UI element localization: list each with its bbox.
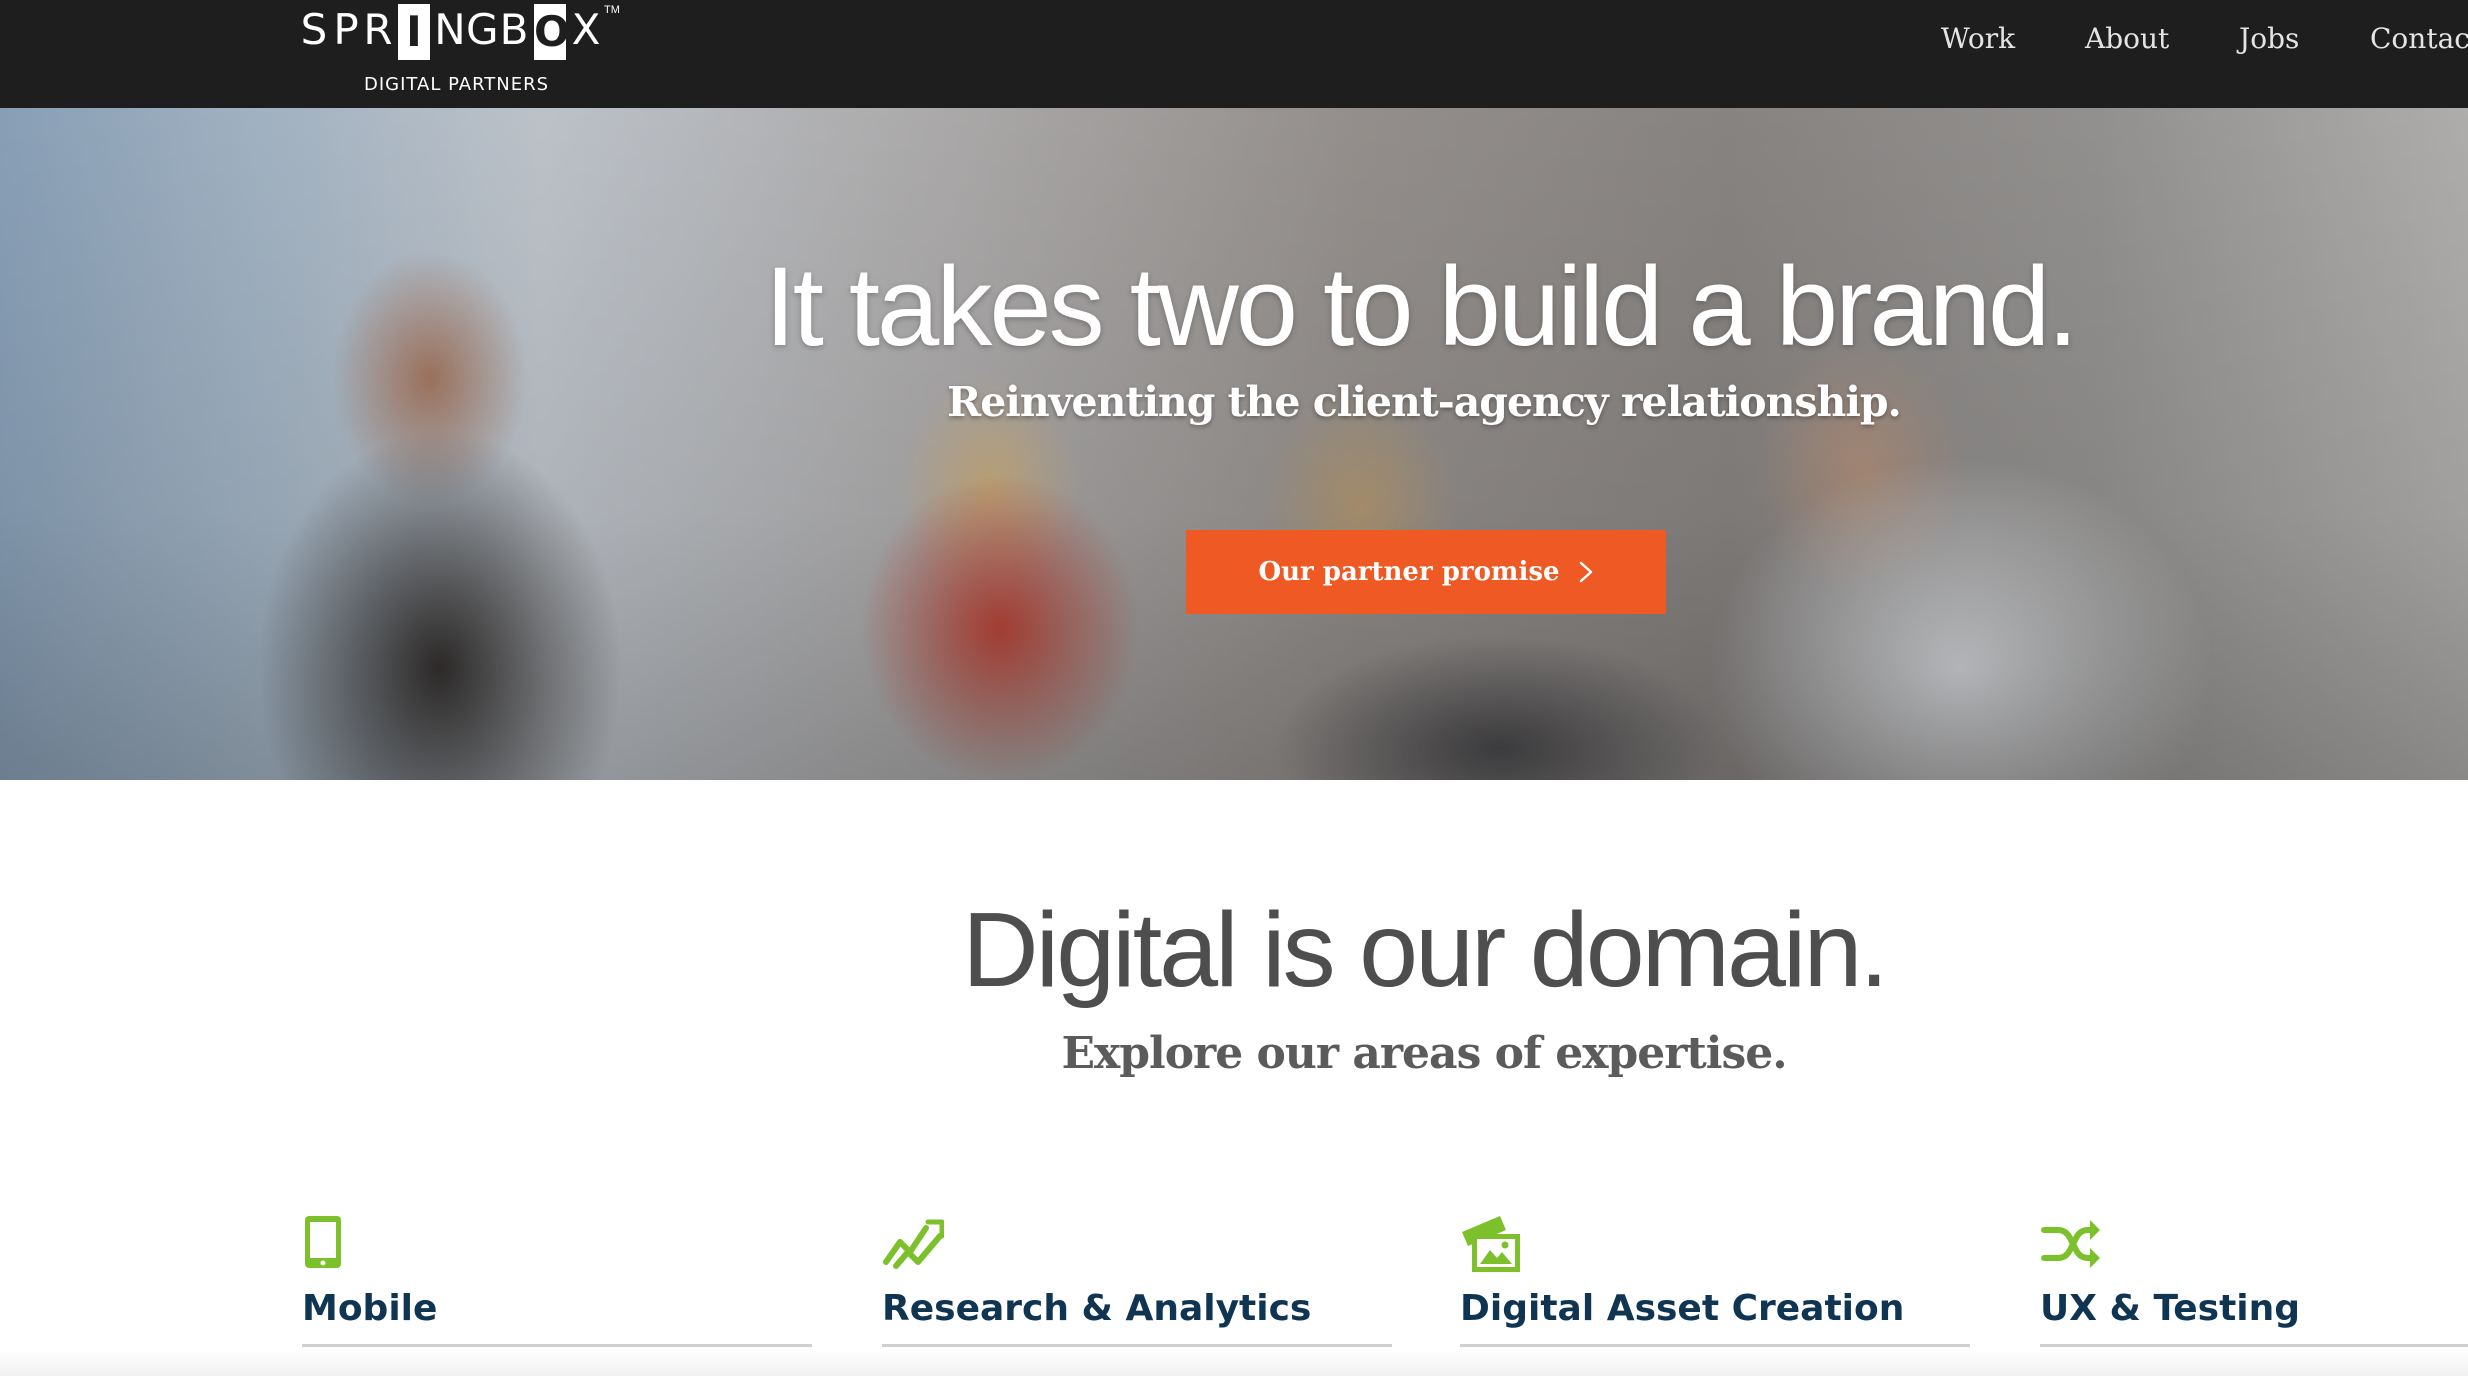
tablet-icon xyxy=(305,1216,341,1268)
nav-link-jobs[interactable]: Jobs xyxy=(2239,22,2299,55)
hero-background-photo xyxy=(0,108,2468,780)
service-label: Mobile xyxy=(302,1288,438,1329)
service-digital-asset-creation[interactable]: Digital Asset Creation xyxy=(1460,1212,1972,1348)
scroll-shadow xyxy=(0,1350,2468,1376)
logo-letter: G xyxy=(466,5,499,54)
site-header: S P R I N G B O X TM DIGITAL PARTNERS Wo… xyxy=(0,0,2468,108)
trend-chart-icon xyxy=(883,1219,944,1269)
service-label: Digital Asset Creation xyxy=(1460,1288,1905,1329)
logo-wordmark: S P R I N G B O X TM xyxy=(298,4,620,62)
logo-trademark: TM xyxy=(604,4,620,16)
expertise-title: Digital is our domain. xyxy=(962,891,1889,1009)
partner-promise-label: Our partner promise xyxy=(1258,557,1560,587)
hero-subtitle: Reinventing the client-agency relationsh… xyxy=(947,378,1902,426)
service-mobile[interactable]: Mobile xyxy=(302,1212,814,1348)
service-divider xyxy=(882,1344,1392,1347)
logo-tagline: DIGITAL PARTNERS xyxy=(364,74,550,95)
service-research-analytics[interactable]: Research & Analytics xyxy=(882,1212,1394,1348)
nav-link-contact[interactable]: Contact xyxy=(2370,22,2468,55)
logo-letter-boxed: I xyxy=(398,4,430,60)
nav-link-about[interactable]: About xyxy=(2085,22,2169,55)
chevron-right-icon xyxy=(1579,561,1592,583)
logo-letter: R xyxy=(363,5,393,54)
logo-letter-boxed: O xyxy=(534,4,570,60)
logo-letter: N xyxy=(434,5,466,54)
expertise-subtitle: Explore our areas of expertise. xyxy=(1061,1028,1787,1079)
logo-letter: P xyxy=(333,5,359,54)
hero-title: It takes two to build a brand. xyxy=(764,244,2079,369)
service-label: Research & Analytics xyxy=(882,1288,1312,1329)
service-ux-testing[interactable]: UX & Testing xyxy=(2040,1212,2468,1348)
service-divider xyxy=(2040,1344,2468,1347)
logo-letter: B xyxy=(499,5,529,54)
nav-link-work[interactable]: Work xyxy=(1941,22,2015,55)
photos-icon xyxy=(1462,1216,1520,1272)
service-divider xyxy=(302,1344,812,1347)
logo-letter: S xyxy=(300,5,328,54)
partner-promise-button[interactable]: Our partner promise xyxy=(1186,530,1666,614)
hero-banner: It takes two to build a brand. Reinventi… xyxy=(0,108,2468,780)
service-label: UX & Testing xyxy=(2040,1288,2301,1329)
logo-letter: X xyxy=(571,5,601,54)
service-divider xyxy=(1460,1344,1970,1347)
springbox-logo[interactable]: S P R I N G B O X TM DIGITAL PARTNERS xyxy=(298,0,638,104)
shuffle-icon xyxy=(2041,1220,2100,1268)
